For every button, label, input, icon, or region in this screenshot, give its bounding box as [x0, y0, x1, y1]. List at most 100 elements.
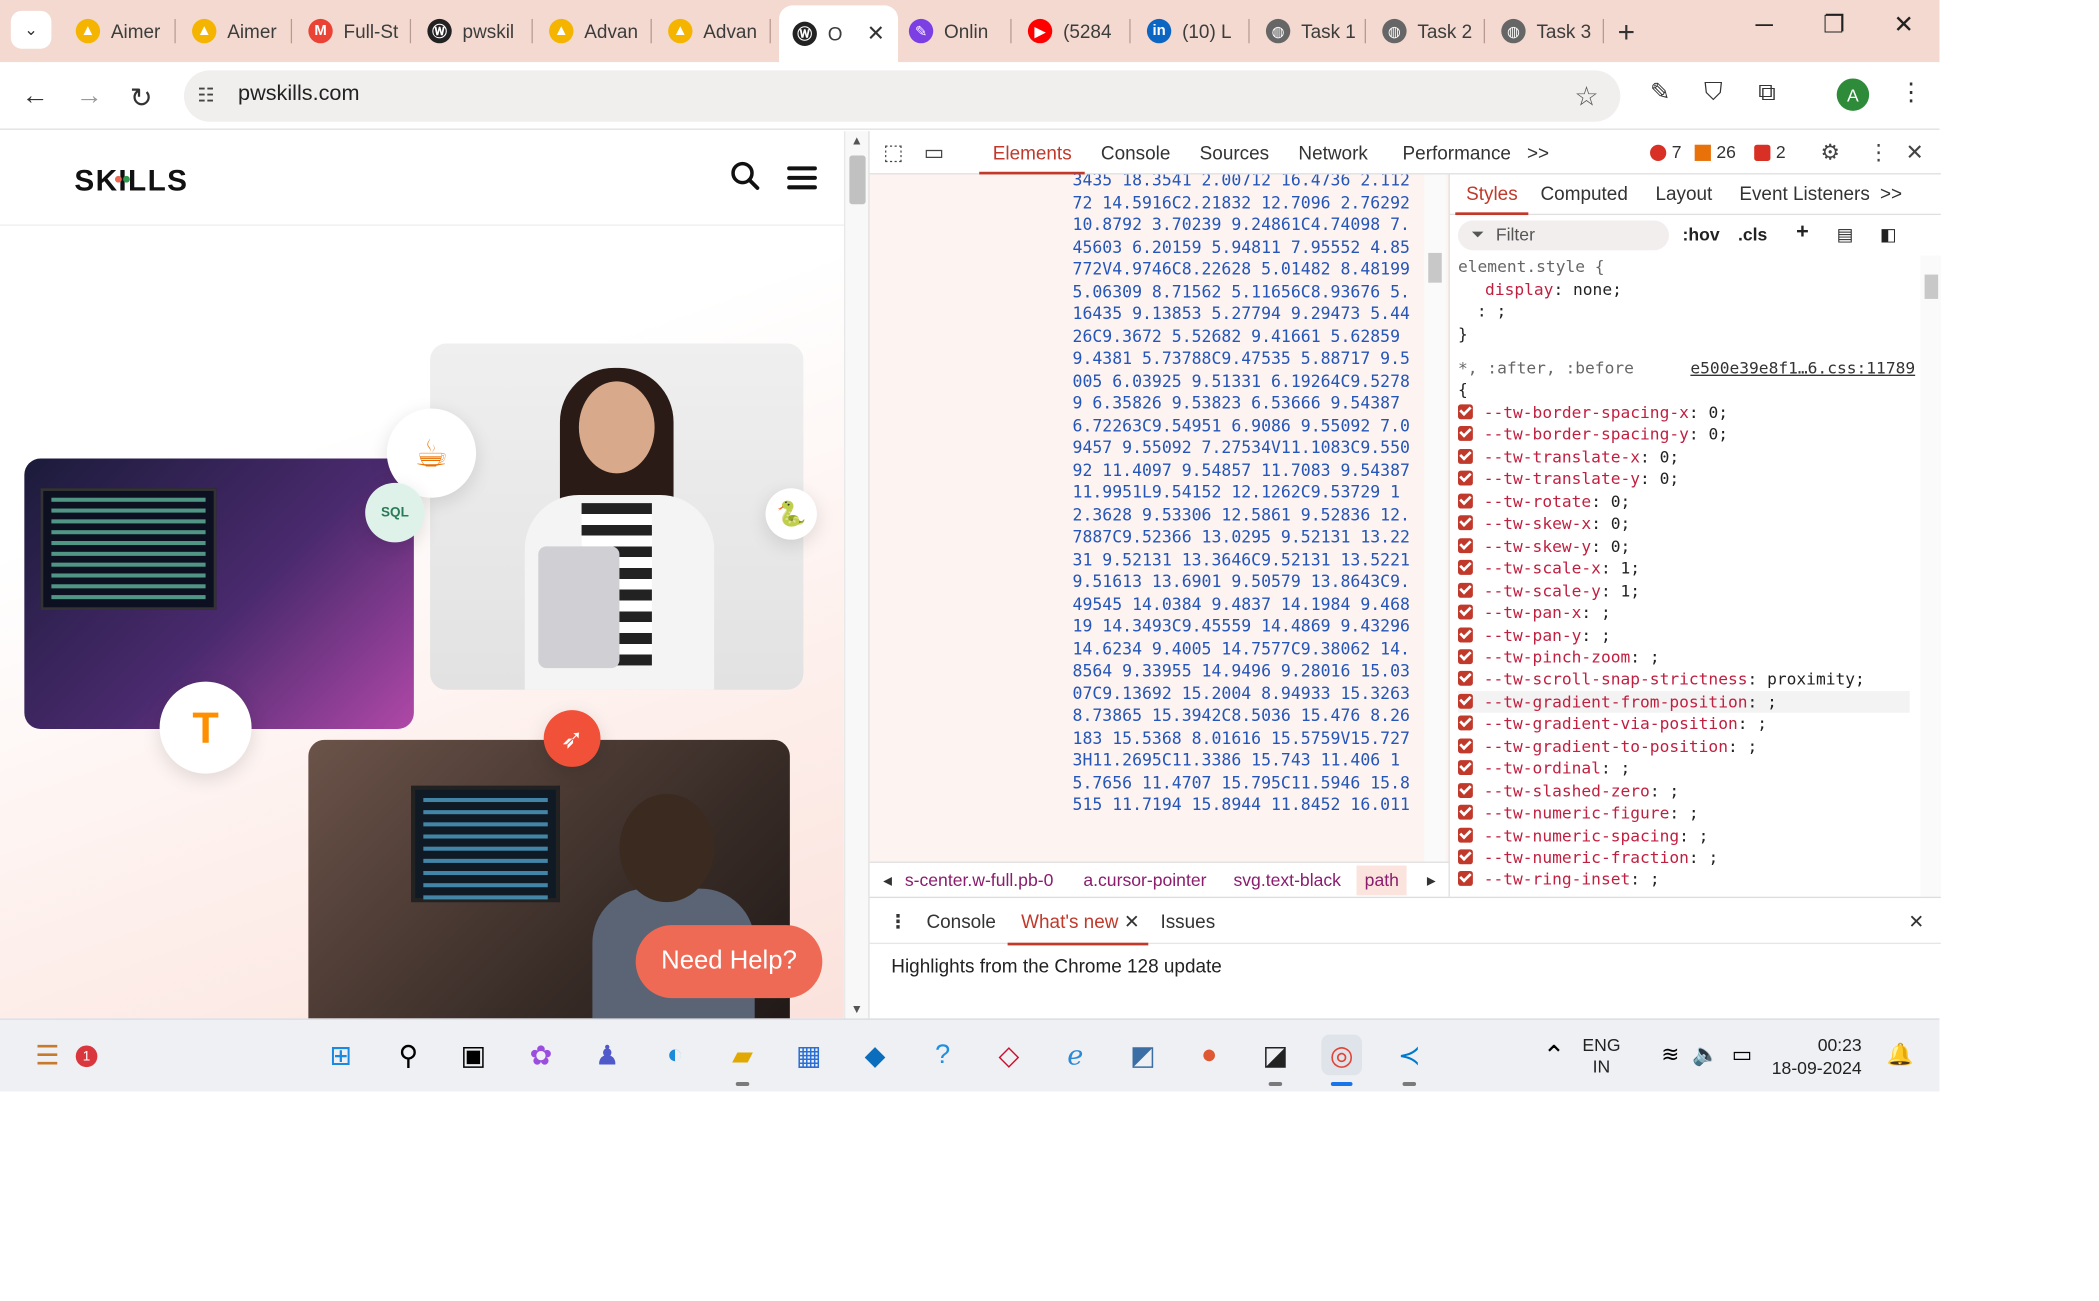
css-declaration[interactable]: --tw-skew-y: 0;: [1457, 535, 1630, 557]
new-tab-button[interactable]: +: [1618, 15, 1635, 50]
file-explorer-icon[interactable]: ▰: [722, 1035, 763, 1087]
breadcrumb-left-arrow-icon[interactable]: ◂: [883, 870, 892, 892]
code-line[interactable]: 005 6.03925 9.51331 6.19264C9.5278: [1073, 370, 1425, 392]
drawer-tab-issues[interactable]: Issues: [1160, 910, 1215, 932]
css-declaration[interactable]: --tw-numeric-fraction: ;: [1457, 847, 1718, 869]
restore-button[interactable]: ❐: [1823, 11, 1845, 39]
css-declaration[interactable]: --tw-gradient-via-position: ;: [1457, 713, 1767, 735]
code-line[interactable]: 72 14.5916C2.21832 12.7096 2.76292: [1073, 191, 1425, 213]
declaration-checkbox[interactable]: [1457, 582, 1473, 598]
declaration-checkbox[interactable]: [1457, 471, 1473, 487]
volume-icon[interactable]: 🔈: [1685, 1035, 1726, 1076]
bookmark-star-icon[interactable]: ☆: [1574, 80, 1598, 114]
pen-icon[interactable]: ✎: [1650, 78, 1670, 106]
issues-count[interactable]: 2: [1754, 142, 1786, 162]
declaration-checkbox[interactable]: [1457, 626, 1473, 642]
drawer-tab-whats-new[interactable]: What's new: [1007, 910, 1149, 946]
edge-icon[interactable]: ◐: [655, 1035, 696, 1076]
breadcrumb-item[interactable]: a.cursor-pointer: [1083, 870, 1206, 890]
show-hidden-icons-icon[interactable]: ⌃: [1534, 1035, 1575, 1076]
element-style-declaration[interactable]: display: none;: [1485, 279, 1622, 301]
browser-tab[interactable]: ▲ Advan: [655, 11, 771, 52]
browser-tab[interactable]: ▲ Aimer: [62, 11, 176, 52]
styles-rules-list[interactable]: element.style { display: none; : ; } *, …: [1450, 256, 1921, 897]
tab-console[interactable]: Console: [1101, 142, 1170, 164]
url-text[interactable]: pwskills.com: [238, 83, 359, 107]
myhp-icon[interactable]: ◆: [855, 1035, 896, 1076]
help-icon[interactable]: ?: [922, 1035, 963, 1076]
hamburger-menu-icon[interactable]: [787, 166, 817, 190]
more-subtabs-icon[interactable]: >>: [1880, 183, 1902, 205]
browser-tab[interactable]: ◍ Task 2: [1369, 11, 1486, 52]
paint-icon[interactable]: ▤: [1837, 225, 1854, 247]
code-line[interactable]: 07C9.13692 15.2004 8.94933 15.3263: [1073, 682, 1425, 704]
code-line[interactable]: 772V4.9746C8.22628 5.01482 8.48199: [1073, 258, 1425, 280]
close-tab-icon[interactable]: ✕: [867, 20, 885, 47]
tab-search-button[interactable]: ⌄: [10, 10, 52, 49]
declaration-checkbox[interactable]: [1457, 804, 1473, 820]
browser-tab[interactable]: in (10) L: [1133, 11, 1250, 52]
notifications-bell-icon[interactable]: 🔔: [1880, 1035, 1921, 1076]
code-line[interactable]: 11.9951L9.54152 12.1262C9.53729 1: [1073, 481, 1425, 503]
reload-button[interactable]: ↻: [130, 81, 153, 115]
forward-button[interactable]: →: [76, 81, 103, 112]
close-whats-new-icon[interactable]: ✕: [1124, 910, 1140, 933]
code-line[interactable]: 9.4381 5.73788C9.47535 5.88717 9.5: [1073, 348, 1425, 370]
css-declaration[interactable]: --tw-gradient-from-position: ;: [1457, 690, 1910, 714]
need-help-button[interactable]: Need Help?: [635, 925, 823, 999]
css-declaration[interactable]: --tw-numeric-spacing: ;: [1457, 824, 1708, 846]
code-line[interactable]: 9.51613 13.6901 9.50579 13.8643C9.: [1073, 571, 1425, 593]
declaration-checkbox[interactable]: [1457, 493, 1473, 509]
css-declaration[interactable]: --tw-skew-x: 0;: [1457, 513, 1630, 535]
declaration-checkbox[interactable]: [1457, 671, 1473, 687]
css-declaration[interactable]: --tw-scale-y: 1;: [1457, 580, 1640, 602]
breadcrumb-item[interactable]: s-center.w-full.pb-0: [905, 870, 1054, 890]
code-line[interactable]: 8.73865 15.3942C8.5036 15.476 8.26: [1073, 705, 1425, 727]
battery-icon[interactable]: ▭: [1722, 1035, 1763, 1076]
css-declaration[interactable]: --tw-scale-x: 1;: [1457, 557, 1640, 579]
site-logo[interactable]: SKILLS: [74, 164, 188, 199]
copilot-icon[interactable]: ✿: [521, 1035, 562, 1076]
code-line[interactable]: 2.3628 9.53306 12.5861 9.52836 12.: [1073, 504, 1425, 526]
browser-tab[interactable]: ▲ Advan: [536, 11, 652, 52]
devtools-menu-icon[interactable]: ⋮: [1868, 139, 1890, 166]
code-line[interactable]: 183 15.5368 8.01616 15.5759V15.727: [1073, 727, 1425, 749]
declaration-checkbox[interactable]: [1457, 537, 1473, 553]
close-devtools-icon[interactable]: ✕: [1906, 139, 1924, 166]
code-line[interactable]: 9457 9.55092 7.27534V11.1083C9.550: [1073, 437, 1425, 459]
task-view-icon[interactable]: ▣: [453, 1035, 494, 1076]
chrome-icon[interactable]: ◎: [1321, 1034, 1362, 1087]
code-line[interactable]: 5.7656 11.4707 15.795C11.5946 15.8: [1073, 772, 1425, 794]
declaration-checkbox[interactable]: [1457, 715, 1473, 731]
back-button[interactable]: ←: [22, 81, 49, 112]
taskbar-search-icon[interactable]: ⚲: [388, 1035, 429, 1076]
declaration-checkbox[interactable]: [1457, 782, 1473, 798]
page-scrollbar[interactable]: ▲ ▼: [843, 131, 869, 1019]
subtab-styles[interactable]: Styles: [1455, 183, 1529, 216]
css-declaration[interactable]: --tw-translate-y: 0;: [1457, 468, 1679, 490]
scroll-up-icon[interactable]: ▲: [851, 134, 863, 148]
code-line[interactable]: 3435 18.3541 2.00712 16.4736 2.112: [1073, 174, 1425, 191]
declaration-checkbox[interactable]: [1457, 515, 1473, 531]
browser-menu-icon[interactable]: ⋮: [1899, 78, 1923, 106]
css-declaration[interactable]: --tw-ordinal: ;: [1457, 758, 1630, 780]
address-bar[interactable]: ☷ pwskills.com ☆: [183, 70, 1621, 122]
elements-tree[interactable]: 3435 18.3541 2.00712 16.4736 2.112 72 14.…: [869, 174, 1449, 862]
code-line[interactable]: 515 11.7194 15.8944 11.8452 16.011: [1073, 794, 1425, 816]
code-line[interactable]: 5.06309 8.71562 5.11656C8.93676 5.: [1073, 281, 1425, 303]
subtab-computed[interactable]: Computed: [1540, 183, 1627, 205]
code-line[interactable]: 49545 14.0384 9.4837 14.1984 9.468: [1073, 593, 1425, 615]
css-declaration[interactable]: --tw-slashed-zero: ;: [1457, 780, 1679, 802]
element-style-empty-declaration[interactable]: : ;: [1477, 300, 1506, 322]
shield-icon[interactable]: ⛉: [1704, 78, 1722, 106]
declaration-checkbox[interactable]: [1457, 604, 1473, 620]
css-declaration[interactable]: --tw-numeric-figure: ;: [1457, 802, 1699, 824]
close-drawer-icon[interactable]: ✕: [1908, 910, 1924, 933]
css-declaration[interactable]: --tw-scroll-snap-strictness: proximity;: [1457, 669, 1865, 691]
breadcrumb-item-active[interactable]: path: [1356, 865, 1408, 896]
tab-elements[interactable]: Elements: [979, 142, 1086, 175]
declaration-checkbox[interactable]: [1457, 426, 1473, 442]
declaration-checkbox[interactable]: [1457, 693, 1473, 709]
warning-count[interactable]: 26: [1694, 142, 1736, 162]
drawer-menu-icon[interactable]: ⋮: [889, 910, 908, 933]
